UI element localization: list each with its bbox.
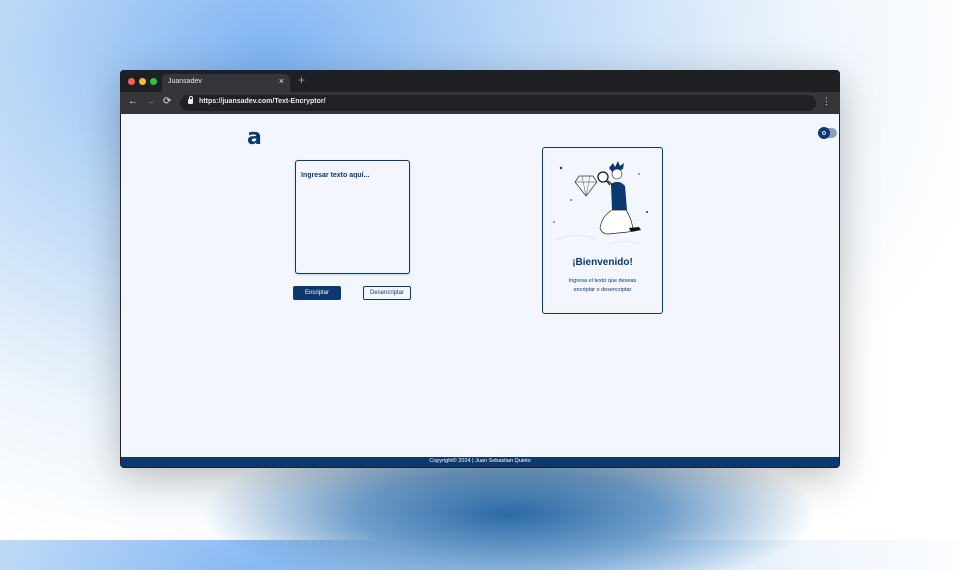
reload-icon[interactable]: ⟳ [163, 96, 171, 108]
text-input-placeholder: Ingresar texto aquí... [301, 172, 370, 179]
theme-toggle[interactable] [818, 127, 837, 139]
welcome-text: Ingresa el texto que deseas encriptar o … [568, 278, 637, 293]
back-arrow-icon[interactable]: ← [128, 96, 138, 108]
browser-toolbar: ← → ⟳ https://juansadev.com/Text-Encrypt… [120, 92, 840, 114]
minimize-window-button[interactable] [139, 78, 146, 85]
theme-toggle-icon [818, 127, 830, 139]
page-viewport: a Ingresar texto aquí... Encriptar Desen… [121, 114, 839, 467]
lock-icon [188, 96, 193, 104]
browser-window: Juansadev × + ← → ⟳ https://juansadev.co… [120, 70, 840, 468]
close-window-button[interactable] [128, 78, 135, 85]
url-text: https://juansadev.com/Text-Encryptor/ [199, 98, 326, 105]
welcome-title: ¡Bienvenido! [572, 257, 633, 268]
tab-bar: Juansadev × + [120, 70, 840, 92]
tab-title: Juansadev [168, 78, 202, 85]
tab-close-icon[interactable]: × [279, 76, 284, 86]
encrypt-button[interactable]: Encriptar [293, 286, 341, 300]
address-bar[interactable]: https://juansadev.com/Text-Encryptor/ [180, 95, 816, 111]
decrypt-button[interactable]: Desencriptar [363, 286, 411, 300]
page-footer: Copyright© 2024 | Juan Sebastian Quieto [121, 457, 839, 467]
maximize-window-button[interactable] [150, 78, 157, 85]
text-input-area[interactable]: Ingresar texto aquí... [295, 160, 410, 274]
person-with-magnifier-illustration [553, 161, 648, 245]
tab-juansadev[interactable]: Juansadev × [162, 74, 290, 92]
footer-copyright: Copyright© 2024 | Juan Sebastian Quieto [429, 458, 531, 464]
welcome-card: ¡Bienvenido! Ingresa el texto que deseas… [542, 147, 663, 314]
browser-menu-icon[interactable]: ⋮ [822, 96, 831, 107]
forward-arrow-icon[interactable]: → [145, 96, 155, 108]
new-tab-button[interactable]: + [298, 74, 305, 86]
site-logo[interactable]: a [247, 124, 262, 152]
